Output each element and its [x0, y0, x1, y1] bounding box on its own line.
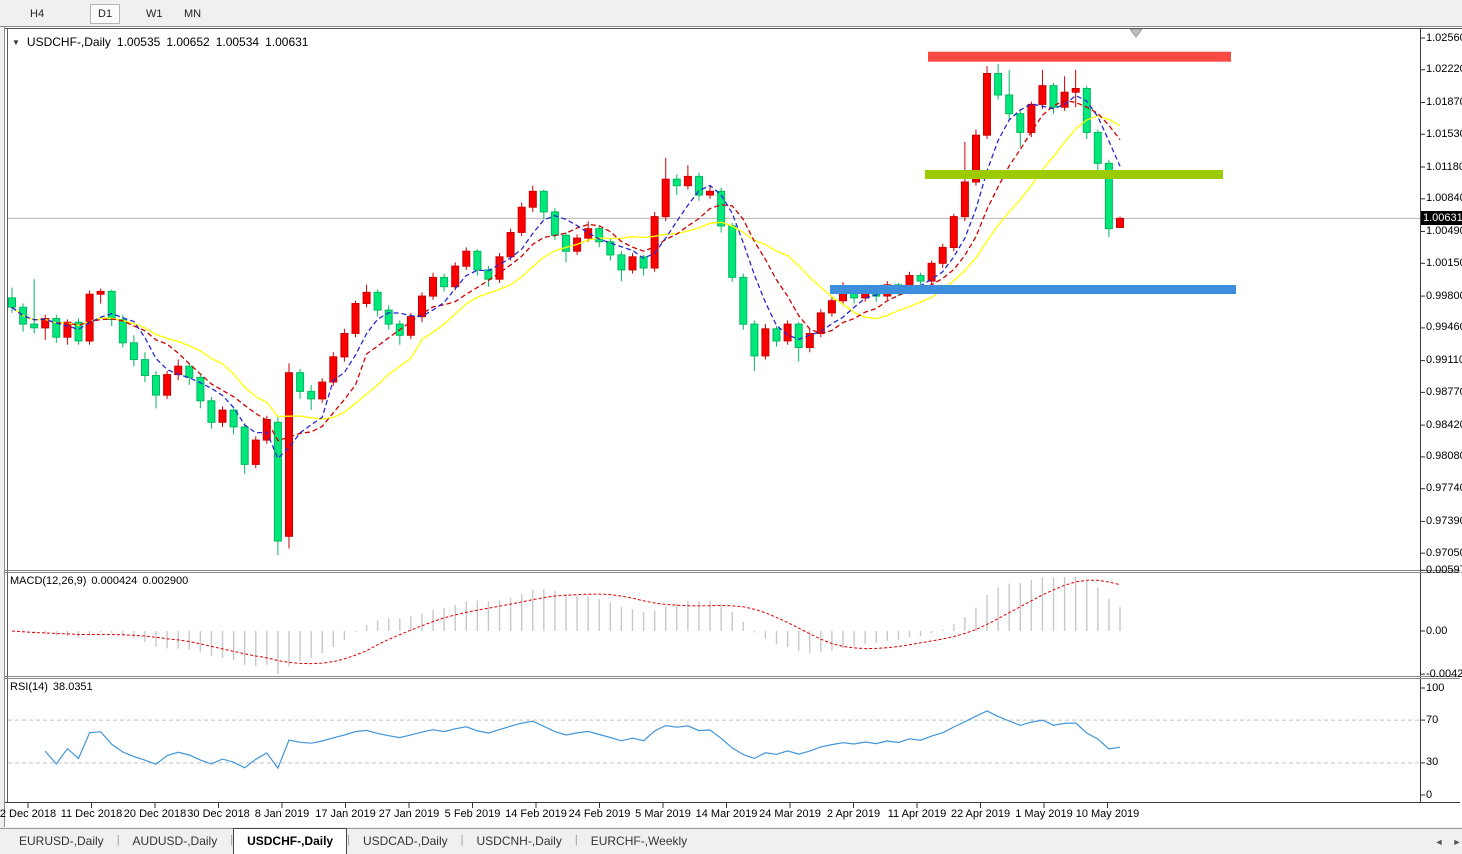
tab-scroll-left-icon[interactable]: ◄ — [1432, 836, 1446, 848]
collapse-indicators-icon[interactable]: ▼ — [12, 38, 20, 47]
date-axis-label: 5 Mar 2019 — [635, 808, 691, 820]
date-axis-label: 2 Dec 2018 — [0, 808, 57, 820]
macd-axis-tick: -0.00424 — [1426, 667, 1462, 680]
current-price-tag: 1.00631 — [1421, 211, 1462, 226]
chart-tab-usdchf[interactable]: USDCHF-,Daily — [233, 828, 348, 854]
price-axis-tick: 0.97050 — [1426, 546, 1462, 559]
price-axis-tick: 1.01180 — [1426, 160, 1462, 173]
rsi-axis-tick: 30 — [1426, 756, 1439, 769]
date-axis-label: 5 Feb 2019 — [444, 808, 501, 820]
price-axis-tick: 0.97390 — [1426, 514, 1462, 527]
price-axis-tick: 1.00490 — [1426, 225, 1462, 238]
rsi-axis-tick: 0 — [1426, 788, 1433, 801]
rsi-axis-tick: 70 — [1426, 713, 1439, 726]
date-axis-label: 14 Mar 2019 — [695, 808, 758, 820]
date-axis-label: 11 Apr 2019 — [887, 808, 947, 820]
chart-tab-usdcnh[interactable]: USDCNH-,Daily — [464, 829, 575, 854]
date-axis-label: 10 May 2019 — [1075, 808, 1140, 820]
date-axis-label: 30 Dec 2018 — [187, 808, 250, 820]
ohlc-open: 1.00535 — [116, 35, 161, 49]
price-axis-tick: 0.99800 — [1426, 289, 1462, 302]
date-axis-label: 17 Jan 2019 — [315, 808, 376, 820]
rsi-axis-tick: 100 — [1426, 681, 1445, 694]
date-axis-label: 11 Dec 2018 — [60, 808, 123, 820]
date-axis-label: 24 Feb 2019 — [568, 808, 631, 820]
rsi-indicator-label: RSI(14) 38.0351 — [10, 681, 93, 693]
chart-title: ▼ USDCHF-,Daily 1.00535 1.00652 1.00534 1.006… — [12, 35, 308, 49]
price-axis-tick: 1.00840 — [1426, 192, 1462, 205]
price-axis-tick: 1.02560 — [1426, 31, 1462, 44]
ohlc-close: 1.00631 — [265, 35, 309, 49]
macd-indicator-label: MACD(12,26,9) 0.000424 0.002900 — [10, 575, 189, 587]
price-axis-tick: 1.02220 — [1426, 63, 1462, 76]
timeframe-button-d1[interactable]: D1 — [90, 4, 121, 24]
support-olive-line[interactable] — [925, 170, 1223, 179]
timeframe-button-mn[interactable]: MN — [176, 4, 209, 24]
date-axis-label: 20 Dec 2018 — [123, 808, 187, 820]
tab-scroll-right-icon[interactable]: ► — [1450, 836, 1462, 848]
chart-tab-eurchf[interactable]: EURCHF-,Weekly — [578, 829, 700, 854]
date-axis-label: 2 Apr 2019 — [826, 808, 881, 820]
chart-tab-usdcad[interactable]: USDCAD-,Daily — [350, 829, 461, 854]
price-axis-tick: 0.98770 — [1426, 385, 1462, 398]
price-axis-tick: 1.01870 — [1426, 96, 1462, 108]
price-axis-tick: 0.99460 — [1426, 321, 1462, 334]
ohlc-high: 1.00652 — [166, 35, 210, 49]
timeframe-button-h4[interactable]: H4 — [22, 4, 52, 24]
support-blue-line[interactable] — [830, 285, 1236, 294]
macd-axis-tick: 0.00 — [1426, 624, 1448, 637]
date-axis-label: 1 May 2019 — [1015, 808, 1073, 820]
macd-axis-tick: 0.00597 — [1426, 563, 1462, 576]
price-axis-tick: 0.98420 — [1426, 418, 1462, 431]
price-axis-tick: 0.97740 — [1426, 482, 1462, 495]
price-axis-tick: 0.99110 — [1426, 354, 1462, 367]
chart-canvas[interactable] — [0, 0, 1462, 854]
symbol-period-label: USDCHF-,Daily — [26, 35, 111, 49]
price-axis-tick: 1.00150 — [1426, 256, 1462, 269]
chart-tab-audusd[interactable]: AUDUSD-,Daily — [120, 829, 231, 854]
date-axis-label: 22 Apr 2019 — [950, 808, 1011, 820]
date-axis-label: 8 Jan 2019 — [254, 808, 310, 820]
date-axis-label: 24 Mar 2019 — [759, 808, 821, 820]
price-axis-tick: 1.01530 — [1426, 127, 1462, 140]
ohlc-low: 1.00534 — [215, 35, 260, 49]
timeframe-toolbar: H4 D1 W1 MN — [0, 0, 1462, 26]
date-axis-label: 14 Feb 2019 — [505, 808, 567, 820]
timeframe-button-w1[interactable]: W1 — [138, 4, 171, 24]
date-axis-label: 27 Jan 2019 — [378, 808, 440, 820]
chart-tabs-bar: EURUSD-,Daily | AUDUSD-,Daily | USDCHF-,Dail… — [0, 828, 1462, 854]
chart-tab-eurusd[interactable]: EURUSD-,Daily — [6, 829, 117, 854]
resistance-line[interactable] — [928, 51, 1231, 62]
price-axis-tick: 0.98080 — [1426, 450, 1462, 463]
trading-app-window: H4 D1 W1 MN ▼ USDCHF-,Daily 1.00535 1.00652 1.0… — [0, 0, 1462, 854]
